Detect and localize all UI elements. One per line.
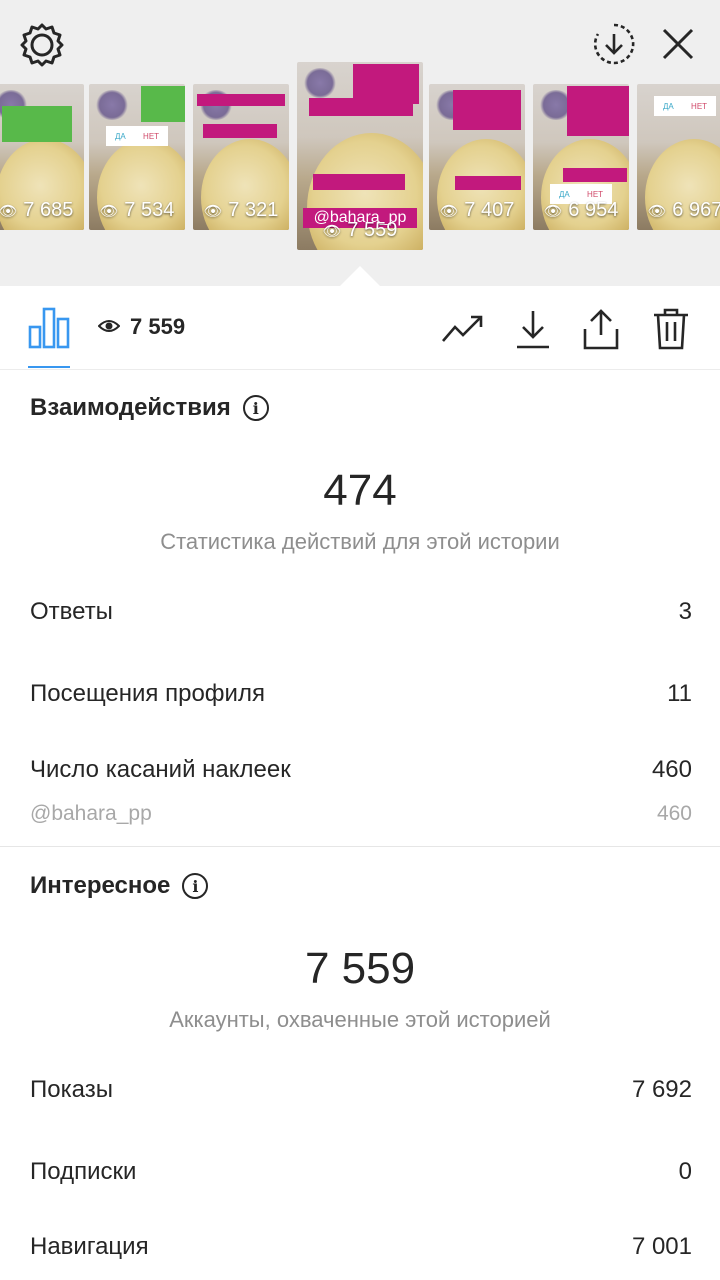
metric-row-sticker-taps: Число касаний наклеек 460	[30, 756, 692, 783]
story-preview-area: 👁 7 685 ДА НЕТ 👁 7 534 👁 7 321 @bahara_pp…	[0, 0, 720, 286]
active-tab-indicator	[28, 366, 70, 368]
metric-row-follows: Подписки 0	[30, 1158, 692, 1185]
eye-icon	[97, 314, 121, 340]
thumbnail-views: 👁 7 407	[439, 199, 515, 221]
download-circle-icon[interactable]	[586, 16, 642, 72]
views-count: 7 559	[97, 314, 185, 340]
thumbnail-views: 👁 6 967	[647, 199, 720, 221]
story-thumbnail[interactable]: ДА НЕТ 👁 6 954	[533, 84, 629, 230]
thumbnail-views: 👁 6 954	[543, 199, 619, 221]
download-icon[interactable]	[510, 306, 556, 352]
selection-caret	[340, 266, 380, 286]
thumbnail-views: 👁 7 559	[322, 219, 398, 241]
discovery-subtitle: Аккаунты, охваченные этой историей	[169, 1007, 551, 1032]
thumbnail-views: 👁 7 321	[203, 199, 279, 221]
trend-icon[interactable]	[440, 306, 486, 352]
story-thumbnail[interactable]: 👁 7 407	[429, 84, 525, 230]
metric-row-profile-visits: Посещения профиля 11	[30, 680, 692, 707]
story-thumbnail[interactable]: ДА НЕТ 👁 6 967	[637, 84, 720, 230]
close-icon[interactable]	[650, 16, 706, 72]
bar-chart-icon[interactable]	[26, 304, 72, 350]
gear-icon[interactable]	[14, 16, 70, 72]
story-toolbar: 7 559	[0, 286, 720, 370]
info-icon[interactable]: i	[242, 395, 269, 421]
story-thumbnail[interactable]: 👁 7 685	[0, 84, 84, 230]
trash-icon[interactable]	[648, 306, 694, 352]
interactions-section-title: Взаимодействия i	[30, 394, 269, 422]
info-icon[interactable]: i	[182, 873, 209, 899]
thumbnail-views: 👁 7 534	[99, 199, 175, 221]
discovery-total: 7 559	[304, 944, 416, 993]
story-thumbnail-selected[interactable]: @bahara_pp 👁 7 559	[297, 62, 423, 250]
share-icon[interactable]	[578, 306, 624, 352]
discovery-section-title: Интересное i	[30, 872, 209, 900]
thumbnail-views: 👁 7 685	[0, 199, 74, 221]
interactions-total: 474	[323, 466, 397, 515]
story-thumbnail[interactable]: ДА НЕТ 👁 7 534	[89, 84, 185, 230]
section-divider	[0, 846, 720, 847]
metric-row-sticker-handle: @bahara_pp 460	[30, 802, 692, 825]
metric-row-impressions: Показы 7 692	[30, 1076, 692, 1103]
metric-row-navigation: Навигация 7 001	[30, 1233, 692, 1260]
story-thumbnail[interactable]: 👁 7 321	[193, 84, 289, 230]
metric-row-replies: Ответы 3	[30, 598, 692, 625]
interactions-subtitle: Статистика действий для этой истории	[160, 529, 560, 554]
story-thumbnail-strip: 👁 7 685 ДА НЕТ 👁 7 534 👁 7 321 @bahara_pp…	[0, 62, 720, 250]
